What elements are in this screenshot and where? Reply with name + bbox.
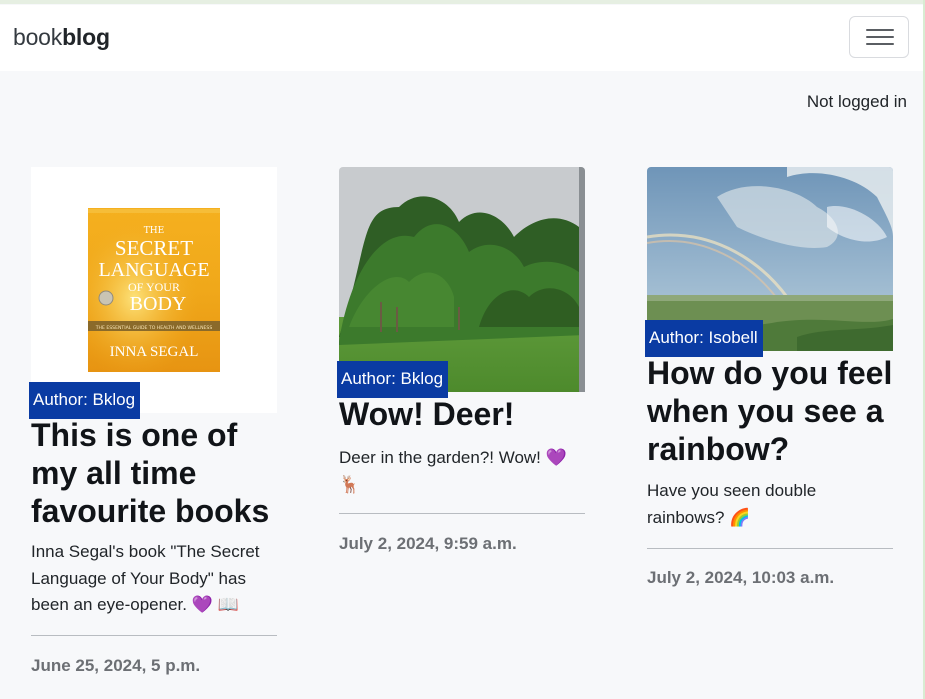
post-date: July 2, 2024, 10:03 a.m. [647, 568, 835, 587]
cover-line-3: OF YOUR [128, 280, 180, 294]
trees-photo-image [339, 167, 585, 392]
post-card[interactable]: Author: Bklog Wow! Deer! Deer in the gar… [337, 167, 585, 554]
login-status: Not logged in [806, 92, 907, 111]
window-top-edge [0, 0, 925, 4]
post-summary: Inna Segal's book "The Secret Language o… [31, 542, 260, 614]
post-date: July 2, 2024, 9:59 a.m. [339, 534, 517, 553]
cover-strap: THE ESSENTIAL GUIDE TO HEALTH AND WELLNE… [95, 325, 213, 331]
brand-bold-text: blog [62, 24, 110, 50]
cover-line-1: SECRET [115, 236, 193, 260]
cover-line-2: LANGUAGE [98, 259, 209, 281]
author-badge[interactable]: Author: Bklog [337, 361, 449, 398]
author-badge[interactable]: Author: Bklog [29, 382, 141, 419]
post-image[interactable]: THE SECRET LANGUAGE OF YOUR BODY THE ESS… [29, 167, 277, 419]
post-title[interactable]: How do you feel when you see a rainbow? [647, 354, 893, 468]
post-image[interactable]: Author: Bklog [337, 167, 585, 398]
navbar: bookblog [0, 5, 923, 71]
cover-kicker: THE [144, 226, 164, 236]
post-divider [339, 513, 585, 514]
post-card[interactable]: Author: Isobell How do you feel when you… [645, 167, 893, 588]
brand-logo[interactable]: bookblog [13, 24, 110, 51]
post-image[interactable]: Author: Isobell [645, 167, 893, 357]
post-summary: Deer in the garden?! Wow! 💜 🦌 [339, 448, 567, 494]
post-date: June 25, 2024, 5 p.m. [31, 655, 201, 675]
post-summary: Have you seen double rainbows? 🌈 [647, 481, 817, 527]
brand-light-text: book [13, 24, 63, 50]
cover-line-4: BODY [130, 293, 187, 315]
post-title[interactable]: Wow! Deer! [339, 395, 585, 433]
book-cover-image: THE SECRET LANGUAGE OF YOUR BODY THE ESS… [88, 208, 220, 372]
cover-author: INNA SEGAL [110, 344, 199, 360]
post-title[interactable]: This is one of my all time favourite boo… [31, 416, 277, 530]
post-card[interactable]: THE SECRET LANGUAGE OF YOUR BODY THE ESS… [29, 167, 277, 676]
post-divider [31, 634, 277, 636]
author-badge[interactable]: Author: Isobell [645, 320, 763, 357]
navbar-toggle-button[interactable] [849, 16, 909, 58]
post-divider [647, 548, 893, 549]
